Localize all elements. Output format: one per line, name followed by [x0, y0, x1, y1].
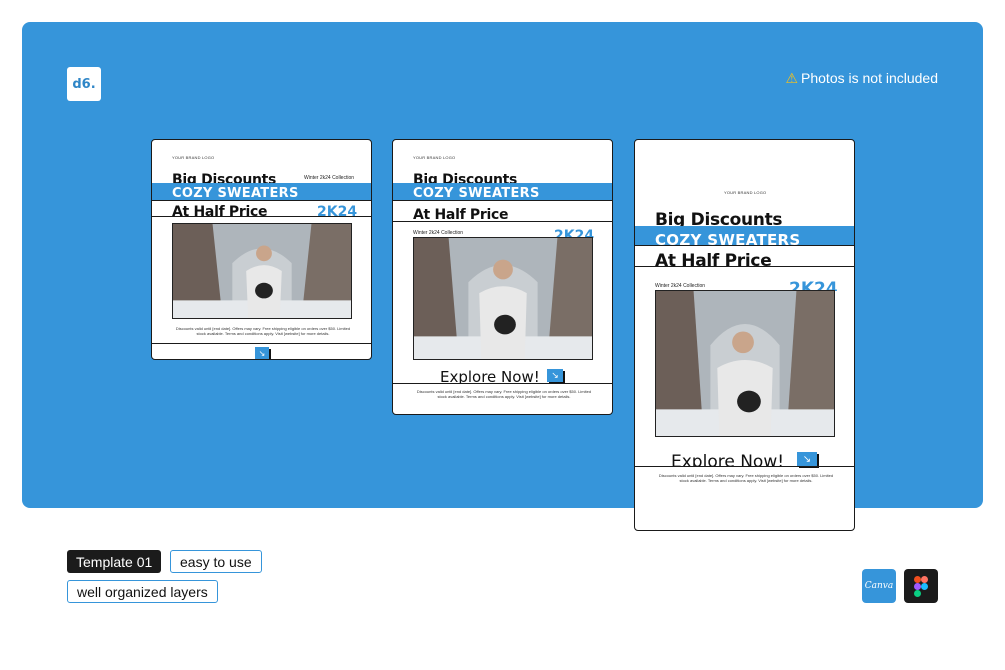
- headline-cozy-sweaters: COZY SWEATERS: [413, 186, 540, 200]
- divider: [152, 216, 371, 217]
- cta-text: Explore Now!: [440, 369, 540, 383]
- fine-print: Discounts valid until [end date]. Offers…: [416, 389, 592, 399]
- photo-image: [414, 238, 592, 359]
- divider: [635, 245, 854, 246]
- divider: [393, 383, 612, 384]
- headline-cozy-sweaters: COZY SWEATERS: [172, 186, 299, 200]
- sweaters-band: COZY SWEATERS: [152, 183, 371, 200]
- arrow-button[interactable]: ↘: [797, 452, 817, 466]
- divider: [393, 221, 612, 222]
- year-label: 2K24: [317, 204, 358, 216]
- headline-half-price: At Half Price: [655, 251, 772, 266]
- tag-template: Template 01: [67, 550, 162, 573]
- notice-text: Photos is not included: [801, 70, 938, 86]
- divider: [635, 266, 854, 267]
- headline-half-price: At Half Price: [172, 204, 268, 216]
- warning-icon: ⚠: [785, 70, 799, 86]
- arrow-button[interactable]: ↘: [255, 347, 269, 359]
- headline-half-price: At Half Price: [413, 207, 509, 220]
- figma-logo: [914, 575, 928, 597]
- divider: [152, 200, 371, 201]
- sweaters-band: COZY SWEATERS: [635, 226, 854, 245]
- sweaters-band: COZY SWEATERS: [393, 183, 612, 200]
- brand-logo-text: YOUR BRAND LOGO: [413, 155, 456, 160]
- collection-label: Winter 2k24 Collection: [655, 283, 706, 289]
- brand-logo-text: YOUR BRAND LOGO: [172, 155, 215, 160]
- headline-big-discounts: Big Discounts: [655, 210, 783, 226]
- photos-notice: ⚠ Photos is not included: [785, 70, 938, 86]
- cta-text: Explore Now!: [671, 452, 785, 467]
- collection-label: Winter 2k24 Collection: [413, 230, 464, 236]
- collection-label: Winter 2k24 Collection: [304, 175, 355, 181]
- template-card-story[interactable]: YOUR BRAND LOGO Big Discounts COZY SWEAT…: [634, 139, 855, 531]
- divider: [393, 200, 612, 201]
- fine-print: Discounts valid until [end date]. Offers…: [175, 326, 351, 336]
- photo-placeholder: [655, 290, 835, 437]
- photo-placeholder: [172, 223, 352, 319]
- tag-easy-to-use: easy to use: [170, 550, 262, 573]
- brand-logo-text: YOUR BRAND LOGO: [724, 190, 767, 195]
- fine-print: Discounts valid until [end date]. Offers…: [658, 473, 834, 483]
- divider: [152, 343, 371, 344]
- template-card-square[interactable]: YOUR BRAND LOGO Big Discounts Winter 2k2…: [151, 139, 372, 360]
- headline-cozy-sweaters: COZY SWEATERS: [655, 231, 801, 245]
- photo-placeholder: [413, 237, 593, 360]
- canva-icon[interactable]: Canva: [862, 569, 896, 603]
- page: d6. ⚠ Photos is not included YOUR BRAND …: [0, 0, 1005, 670]
- photo-image: [656, 291, 834, 436]
- brand-badge: d6.: [67, 67, 101, 101]
- photo-image: [173, 224, 351, 318]
- template-card-portrait[interactable]: YOUR BRAND LOGO Big Discounts COZY SWEAT…: [392, 139, 613, 415]
- figma-icon[interactable]: [904, 569, 938, 603]
- tag-organized-layers: well organized layers: [67, 580, 218, 603]
- arrow-button[interactable]: ↘: [547, 369, 563, 382]
- divider: [635, 466, 854, 467]
